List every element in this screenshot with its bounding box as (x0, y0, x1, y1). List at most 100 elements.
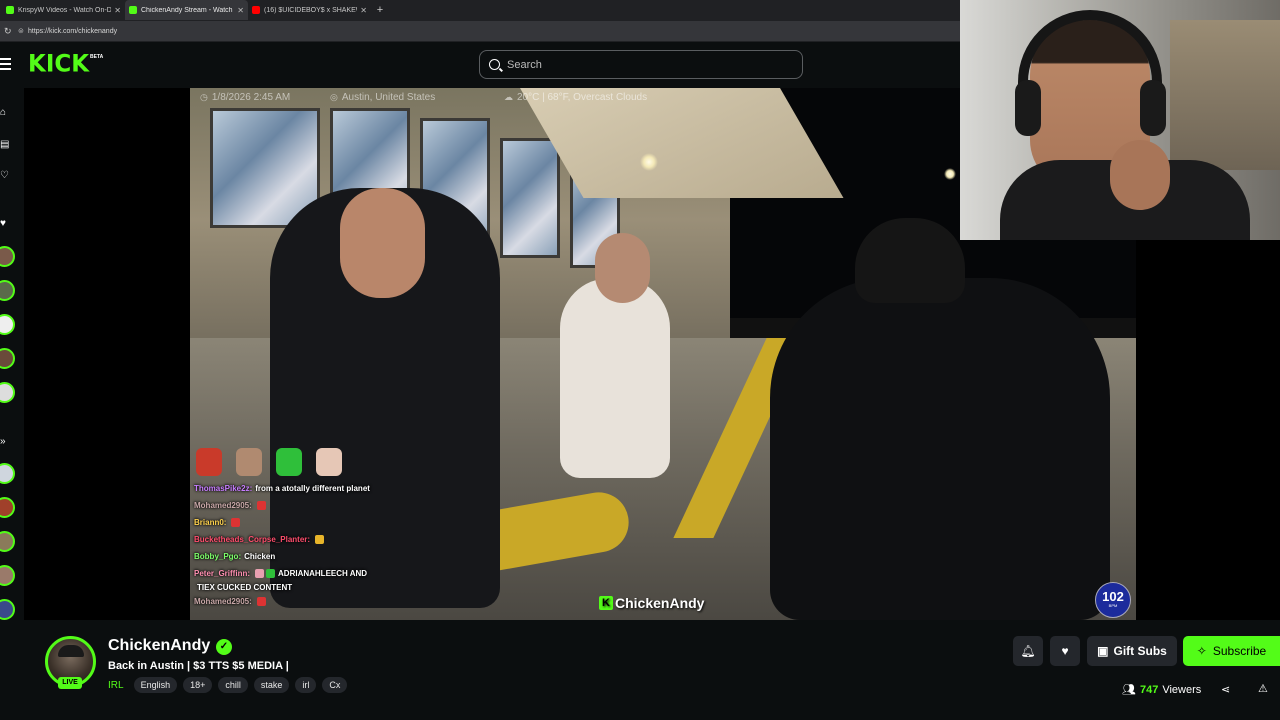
chat-text: from a atotally different planet (255, 484, 370, 493)
followed-channel-avatar[interactable] (0, 382, 15, 403)
tag-pill[interactable]: 18+ (183, 677, 213, 693)
video-person-left-head (340, 188, 425, 298)
following-icon[interactable]: ♡ (0, 170, 12, 182)
emote-icon (315, 535, 325, 545)
url-text[interactable]: https://kick.com/chickenandy (28, 28, 117, 35)
new-tab-button[interactable]: + (371, 0, 389, 20)
viewers-label: Viewers (1162, 683, 1202, 696)
webcam-earcup (1140, 80, 1166, 136)
webcam-hand (1110, 140, 1170, 210)
channel-name[interactable]: ChickenAndy (108, 637, 210, 655)
viewer-count-value: 747 (1139, 683, 1159, 696)
tag-pill[interactable]: English (133, 677, 178, 693)
recommended-channel-avatar[interactable] (0, 531, 15, 552)
category-link[interactable]: IRL (108, 680, 124, 691)
share-icon[interactable]: ⋖ (1221, 683, 1230, 696)
video-light (640, 153, 658, 171)
chat-top-emotes (194, 448, 454, 476)
emote-icon (316, 448, 342, 476)
menu-icon[interactable] (0, 58, 12, 70)
bell-icon: 🔔︎ (1020, 644, 1036, 658)
chat-message: Mohamed2905: (194, 593, 454, 610)
gift-icon: ▣ (1097, 644, 1109, 658)
tab-strip: KrispyW Videos - Watch On-Dem ✕ ChickenA… (0, 0, 960, 20)
chat-overlay: ThomasPike2z: from a atotally different p… (194, 448, 454, 610)
emote-icon (256, 501, 266, 511)
webcam-shelf (1170, 20, 1280, 170)
site-info-icon[interactable]: ⊜ (18, 27, 28, 35)
browser-chrome: KrispyW Videos - Watch On-Dem ✕ ChickenA… (0, 0, 960, 42)
search-input[interactable] (507, 58, 787, 71)
overlay-weather-text: 20°C | 68°F, Overcast Clouds (517, 92, 648, 103)
gift-subs-button[interactable]: ▣ Gift Subs (1087, 636, 1177, 666)
channel-info-bar: LIVE ChickenAndy ✓ Back in Austin | $3 T… (0, 620, 1280, 720)
recommended-channel-avatar[interactable] (0, 565, 15, 586)
notification-bell-button[interactable]: 🔔︎ (1013, 636, 1043, 666)
close-tab-icon[interactable]: ✕ (360, 6, 367, 15)
chat-message: Peter_Griffinn: ADRIANAHLEECH AND (194, 565, 454, 582)
favorites-heart-icon[interactable]: ♥ (0, 218, 12, 230)
heart-icon: ♥ (1061, 644, 1069, 658)
video-person-middle-head (595, 233, 650, 303)
address-bar[interactable]: ↻ ⊜ https://kick.com/chickenandy (0, 21, 960, 41)
chat-message: Mohamed2905: (194, 497, 454, 514)
webcam-earcup (1015, 80, 1041, 136)
expand-sidebar-icon[interactable]: » (0, 436, 12, 448)
browser-tab-krispyw[interactable]: KrispyW Videos - Watch On-Dem ✕ (2, 0, 125, 20)
followed-channel-avatar[interactable] (0, 246, 15, 267)
kick-favicon-icon (129, 6, 137, 14)
chat-username: Bucketheads_Corpse_Planter: (194, 535, 311, 544)
chat-username: Mohamed2905: (194, 597, 252, 606)
recommended-channel-avatar[interactable] (0, 463, 15, 484)
recommended-channel-avatar[interactable] (0, 599, 15, 620)
browser-tab-youtube[interactable]: (16) $UICIDEBOY$ x SHAKEWELL ✕ (248, 0, 371, 20)
tab-label: ChickenAndy Stream - Watch Live (141, 6, 234, 14)
overlay-location: ◎ Austin, United States (330, 92, 435, 103)
followed-channel-avatar[interactable] (0, 280, 15, 301)
reload-icon[interactable]: ↻ (4, 26, 18, 37)
tag-pill[interactable]: chill (218, 677, 248, 693)
kick-k-icon: K (599, 596, 613, 610)
search-bar[interactable] (479, 50, 803, 79)
emote-icon (266, 569, 276, 579)
report-warning-icon[interactable]: ⚠ (1258, 682, 1268, 695)
followed-channel-avatar[interactable] (0, 314, 15, 335)
sparkle-icon: ✧ (1196, 644, 1207, 658)
webcam-overlay (960, 0, 1280, 240)
subscribe-label: Subscribe (1212, 644, 1267, 658)
site-header: KICK BETA (0, 42, 960, 88)
kick-logo[interactable]: KICK (28, 50, 89, 77)
recommended-channel-avatar[interactable] (0, 497, 15, 518)
tag-pill[interactable]: stake (253, 677, 290, 693)
cloud-icon: ☁ (504, 92, 513, 102)
browser-tab-chickenandy[interactable]: ChickenAndy Stream - Watch Live ✕ (125, 0, 248, 20)
stream-tags: IRL English 18+ chill stake irl Cx (108, 677, 348, 693)
chat-username: Bobby_Pgo: (194, 552, 242, 561)
followed-channel-avatar[interactable] (0, 348, 15, 369)
emote-icon (196, 448, 222, 476)
stream-title: Back in Austin | $3 TTS $5 MEDIA | (108, 660, 289, 672)
subscribe-button[interactable]: ✧ Subscribe (1183, 636, 1280, 666)
chat-message: Briann0: (194, 514, 454, 531)
tag-pill[interactable]: Cx (322, 677, 348, 693)
close-tab-icon[interactable]: ✕ (114, 6, 121, 15)
chat-text: ADRIANAHLEECH AND (278, 569, 368, 578)
video-person-middle (560, 278, 670, 478)
chat-message: TIEX CUCKED CONTENT (194, 582, 454, 593)
tab-label: KrispyW Videos - Watch On-Dem (18, 6, 112, 14)
overlay-datetime: ◷ 1/8/2026 2:45 AM (200, 92, 290, 103)
emote-icon (255, 569, 265, 579)
clock-icon: ◷ (200, 92, 208, 102)
chat-username: Briann0: (194, 518, 227, 527)
chat-username: ThomasPike2z: (194, 484, 253, 493)
youtube-favicon-icon (252, 6, 260, 14)
video-store-window (500, 138, 560, 258)
kick-favicon-icon (6, 6, 14, 14)
browse-icon[interactable]: ▤ (0, 139, 12, 151)
bpm-value: 102 (1102, 589, 1124, 604)
tab-label: (16) $UICIDEBOY$ x SHAKEWELL (264, 6, 357, 14)
close-tab-icon[interactable]: ✕ (237, 6, 244, 15)
follow-heart-button[interactable]: ♥ (1050, 636, 1080, 666)
home-icon[interactable]: ⌂ (0, 107, 12, 119)
tag-pill[interactable]: irl (295, 677, 317, 693)
